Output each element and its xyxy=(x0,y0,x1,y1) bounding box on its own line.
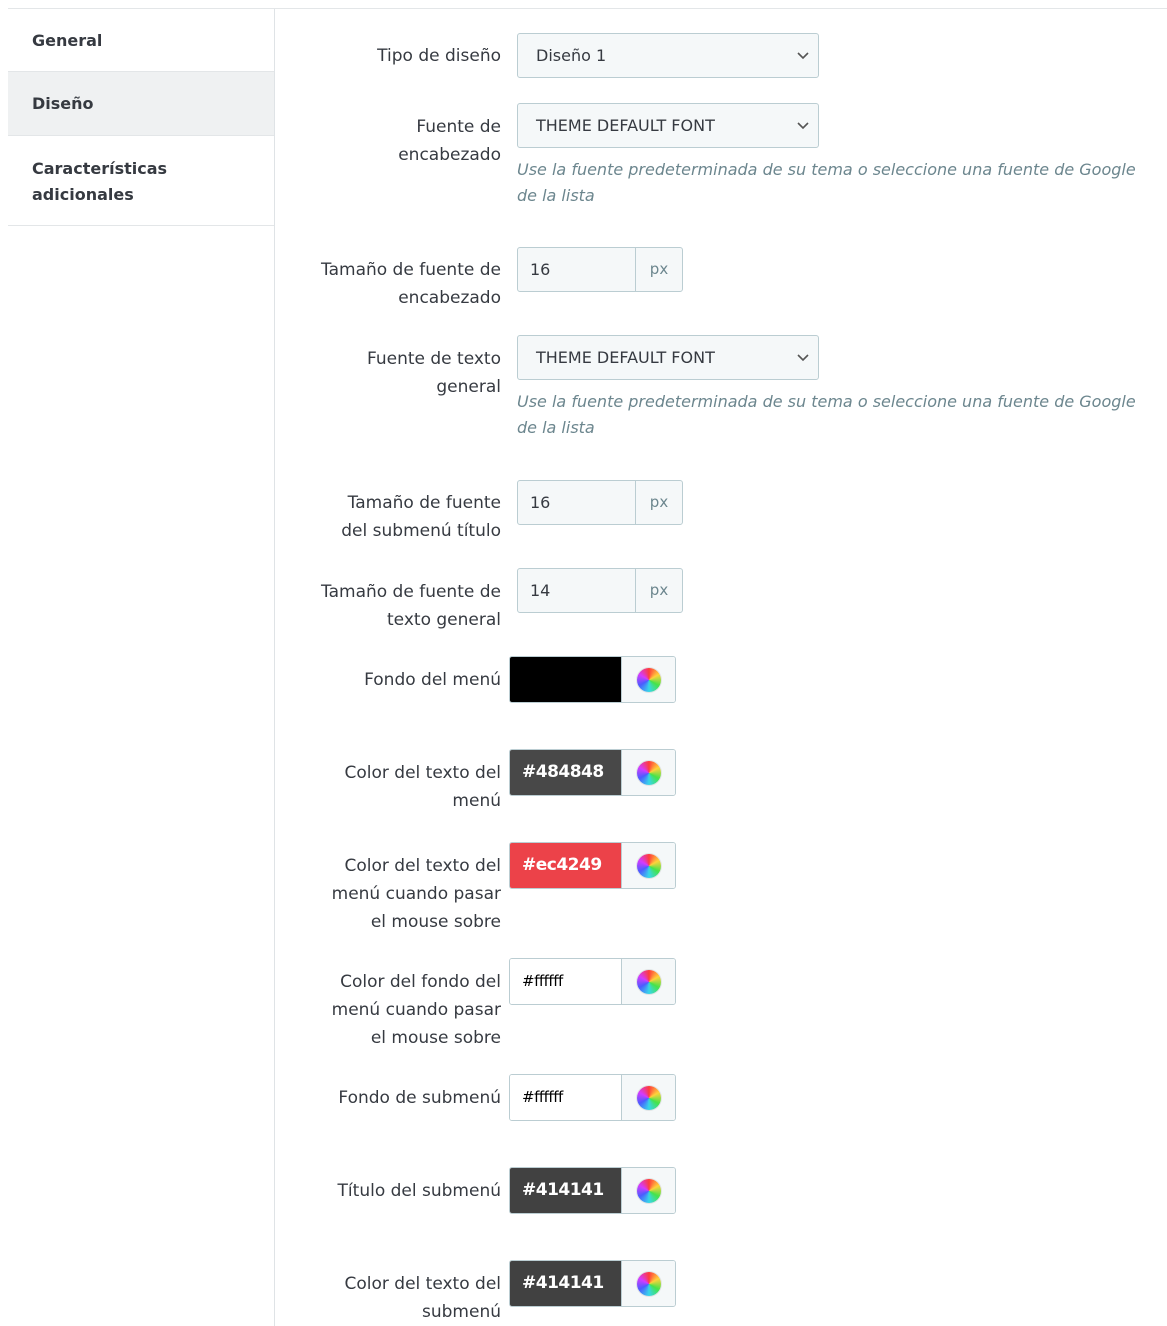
menu-text-color-input[interactable]: #484848 xyxy=(510,750,621,795)
general-font-select[interactable]: THEME DEFAULT FONT xyxy=(517,335,819,380)
submenu-background-label: Fondo de submenú xyxy=(338,1088,501,1108)
submenu-background-color-input[interactable]: #ffffff xyxy=(510,1075,621,1120)
layout-type-value: Diseño 1 xyxy=(536,46,607,65)
submenu-title-font-size-unit: px xyxy=(649,493,669,511)
menu-bg-hover-color-label: Color del fondo del menú cuando pasar el… xyxy=(331,972,501,1048)
heading-font-label: Fuente de encabezado xyxy=(398,117,501,165)
chevron-down-icon xyxy=(797,52,809,60)
menu-background-color-picker-button[interactable] xyxy=(621,657,675,702)
tab-caracteristicas-adicionales[interactable]: Características adicionales xyxy=(8,136,274,226)
submenu-text-color-picker-button[interactable] xyxy=(621,1261,675,1306)
submenu-background-color-group: #ffffff xyxy=(509,1074,676,1121)
color-wheel-icon xyxy=(636,667,661,692)
general-font-value: THEME DEFAULT FONT xyxy=(536,348,715,367)
heading-font-help: Use la fuente predeterminada de su tema … xyxy=(517,160,1136,205)
color-wheel-icon xyxy=(636,1178,661,1203)
color-wheel-icon xyxy=(636,1271,661,1296)
layout-type-select[interactable]: Diseño 1 xyxy=(517,33,819,78)
submenu-title-color-picker-button[interactable] xyxy=(621,1168,675,1213)
menu-text-hover-color-label: Color del texto del menú cuando pasar el… xyxy=(331,856,501,932)
general-font-help: Use la fuente predeterminada de su tema … xyxy=(517,392,1136,437)
menu-text-hover-color-picker-button[interactable] xyxy=(621,843,675,888)
heading-font-size-label: Tamaño de fuente de encabezado xyxy=(321,260,501,308)
heading-font-size-input[interactable]: 16 xyxy=(518,248,636,291)
menu-background-color-group xyxy=(509,656,676,703)
heading-font-value: THEME DEFAULT FONT xyxy=(536,116,715,135)
general-text-font-size-input-group: 14 px xyxy=(517,568,683,613)
general-text-font-size-label: Tamaño de fuente de texto general xyxy=(321,582,501,630)
menu-text-color-group: #484848 xyxy=(509,749,676,796)
submenu-text-color-label: Color del texto del submenú xyxy=(344,1274,502,1322)
menu-text-hover-color-input[interactable]: #ec4249 xyxy=(510,843,621,888)
menu-background-color-input[interactable] xyxy=(510,657,621,702)
submenu-background-color-picker-button[interactable] xyxy=(621,1075,675,1120)
tab-caracteristicas-adicionales-label: Características adicionales xyxy=(32,159,168,204)
layout-type-label: Tipo de diseño xyxy=(377,46,501,66)
heading-font-select[interactable]: THEME DEFAULT FONT xyxy=(517,103,819,148)
settings-sidebar: General Diseño Características adicional… xyxy=(8,9,275,1326)
general-font-label: Fuente de texto general xyxy=(367,349,501,397)
heading-font-size-input-group: 16 px xyxy=(517,247,683,292)
general-text-font-size-input[interactable]: 14 xyxy=(518,569,636,612)
menu-bg-hover-color-group: #ffffff xyxy=(509,958,676,1005)
submenu-title-color-input[interactable]: #414141 xyxy=(510,1168,621,1213)
tab-general[interactable]: General xyxy=(8,9,274,72)
general-text-font-size-unit: px xyxy=(649,581,669,599)
heading-font-size-unit: px xyxy=(649,260,669,278)
chevron-down-icon xyxy=(797,354,809,362)
tab-general-label: General xyxy=(32,30,103,50)
submenu-title-font-size-label: Tamaño de fuente del submenú título xyxy=(341,493,501,541)
menu-text-hover-color-group: #ec4249 xyxy=(509,842,676,889)
submenu-title-font-size-input-group: 16 px xyxy=(517,480,683,525)
chevron-down-icon xyxy=(797,122,809,130)
color-wheel-icon xyxy=(636,853,661,878)
submenu-text-color-input[interactable]: #414141 xyxy=(510,1261,621,1306)
menu-text-color-picker-button[interactable] xyxy=(621,750,675,795)
menu-background-label: Fondo del menú xyxy=(364,670,501,690)
submenu-title-label: Título del submenú xyxy=(337,1181,501,1201)
submenu-title-color-group: #414141 xyxy=(509,1167,676,1214)
design-settings-form: Tipo de diseño Diseño 1 Fuente de encabe… xyxy=(276,9,1167,1326)
menu-text-color-label: Color del texto del menú xyxy=(344,763,502,811)
tab-diseno[interactable]: Diseño xyxy=(8,72,274,136)
color-wheel-icon xyxy=(636,1085,661,1110)
color-wheel-icon xyxy=(636,760,661,785)
menu-bg-hover-color-input[interactable]: #ffffff xyxy=(510,959,621,1004)
tab-diseno-label: Diseño xyxy=(32,94,94,113)
submenu-title-font-size-input[interactable]: 16 xyxy=(518,481,636,524)
menu-bg-hover-color-picker-button[interactable] xyxy=(621,959,675,1004)
color-wheel-icon xyxy=(636,969,661,994)
submenu-text-color-group: #414141 xyxy=(509,1260,676,1307)
